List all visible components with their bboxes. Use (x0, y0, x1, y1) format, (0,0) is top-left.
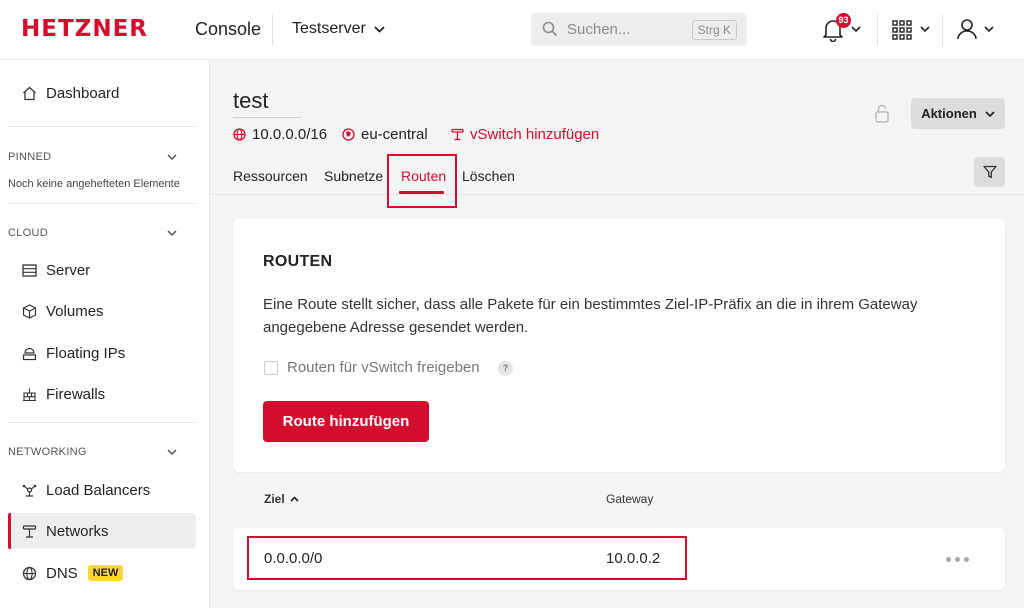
sidebar-item-firewalls[interactable]: Firewalls (8, 376, 196, 412)
sidebar-item-load-balancers[interactable]: Load Balancers (8, 472, 196, 508)
page-title: test (233, 88, 269, 113)
filter-button[interactable] (974, 157, 1005, 187)
server-icon (21, 262, 37, 278)
zone-text: eu-central (361, 126, 428, 143)
sidebar-item-dns[interactable]: DNS NEW (8, 555, 196, 591)
card-title: ROUTEN (263, 253, 333, 270)
ip-range-text: 10.0.0.0/16 (252, 126, 328, 143)
sort-ascending-icon (290, 496, 299, 502)
sidebar-item-label: Dashboard (46, 84, 120, 102)
search-shortcut: Strg K (691, 20, 737, 40)
search-placeholder: Suchen... (567, 21, 631, 38)
add-vswitch-link[interactable]: vSwitch hinzufügen (451, 126, 599, 143)
sidebar-item-label: DNS (46, 564, 78, 582)
sidebar-item-volumes[interactable]: Volumes (8, 293, 196, 329)
network-zone: eu-central (342, 126, 428, 143)
sidebar-item-networks[interactable]: Networks (8, 513, 196, 549)
network-icon (451, 128, 464, 141)
chevron-down-icon[interactable] (851, 26, 861, 32)
chevron-down-icon (374, 25, 385, 33)
header-divider (272, 14, 273, 46)
hetzner-logo[interactable]: HETZNER (21, 16, 148, 42)
section-title-pinned: PINNED (8, 151, 52, 163)
column-header-destination[interactable]: Ziel (264, 492, 299, 506)
column-label: Ziel (264, 492, 285, 506)
sidebar-item-floating-ips[interactable]: Floating IPs (8, 335, 196, 371)
sidebar-item-server[interactable]: Server (8, 252, 196, 288)
apps-grid-icon[interactable] (892, 20, 912, 40)
tab-subnets[interactable]: Subnetze (324, 168, 383, 184)
user-icon[interactable] (956, 18, 978, 40)
notification-badge: 93 (836, 13, 851, 28)
network-ip-range: 10.0.0.0/16 (233, 126, 327, 143)
card-description: Eine Route stellt sicher, dass alle Pake… (263, 296, 918, 336)
sidebar-item-label: Networks (46, 522, 109, 540)
product-name: Console (195, 19, 262, 39)
chevron-down-icon[interactable] (167, 449, 177, 455)
home-icon (21, 85, 37, 101)
sidebar-item-label: Load Balancers (46, 481, 151, 499)
cube-icon (21, 303, 37, 319)
chevron-down-icon[interactable] (984, 26, 994, 32)
row-menu-icon[interactable] (946, 557, 969, 562)
vswitch-routes-checkbox[interactable] (264, 361, 278, 375)
globe-icon (233, 128, 246, 141)
sidebar: Dashboard PINNED Noch keine angehefteten… (0, 60, 210, 608)
sidebar-divider (8, 126, 196, 127)
sidebar-item-label: Server (46, 261, 91, 279)
search-icon (542, 21, 558, 37)
row-highlight-box (247, 536, 687, 580)
add-route-button[interactable]: Route hinzufügen (263, 401, 429, 442)
chevron-down-icon[interactable] (167, 230, 177, 236)
floating-ip-icon (21, 345, 37, 361)
pinned-empty-text: Noch keine angehefteten Elemente (8, 178, 180, 190)
header-divider (942, 14, 943, 46)
top-header: HETZNER Console Testserver Suchen... Str… (0, 0, 1024, 60)
tab-resources[interactable]: Ressourcen (233, 168, 308, 184)
sidebar-item-dashboard[interactable]: Dashboard (8, 75, 196, 111)
sidebar-item-label: Firewalls (46, 385, 106, 403)
tabs-divider (210, 194, 1024, 195)
section-title-networking: NETWORKING (8, 446, 87, 458)
header-divider (877, 14, 878, 46)
add-vswitch-label: vSwitch hinzufügen (470, 126, 600, 143)
zone-icon (342, 128, 355, 141)
column-header-gateway[interactable]: Gateway (606, 492, 653, 506)
chevron-down-icon[interactable] (920, 26, 930, 32)
load-balancer-icon (21, 482, 37, 498)
title-underline (233, 117, 301, 118)
globe-icon (21, 565, 37, 581)
actions-label: Aktionen (921, 106, 977, 121)
project-name: Testserver (292, 20, 366, 37)
sidebar-divider (8, 203, 196, 204)
actions-button[interactable]: Aktionen (911, 98, 1005, 129)
checkbox-label[interactable]: Routen für vSwitch freigeben (287, 359, 480, 376)
firewall-icon (21, 386, 37, 402)
help-icon[interactable]: ? (498, 361, 513, 376)
chevron-down-icon[interactable] (167, 154, 177, 160)
new-badge: NEW (87, 565, 124, 581)
lock-icon[interactable] (874, 104, 890, 123)
tab-highlight-box (387, 154, 457, 208)
search-box[interactable]: Suchen... Strg K (531, 13, 747, 46)
sidebar-item-label: Volumes (46, 302, 104, 320)
sidebar-divider (8, 422, 196, 423)
tab-delete[interactable]: Löschen (462, 168, 515, 184)
sidebar-item-label: Floating IPs (46, 344, 126, 362)
chevron-down-icon (985, 110, 995, 117)
filter-icon (982, 165, 997, 179)
network-icon (21, 523, 37, 539)
section-title-cloud: CLOUD (8, 227, 49, 239)
project-selector[interactable]: Testserver (292, 20, 385, 38)
